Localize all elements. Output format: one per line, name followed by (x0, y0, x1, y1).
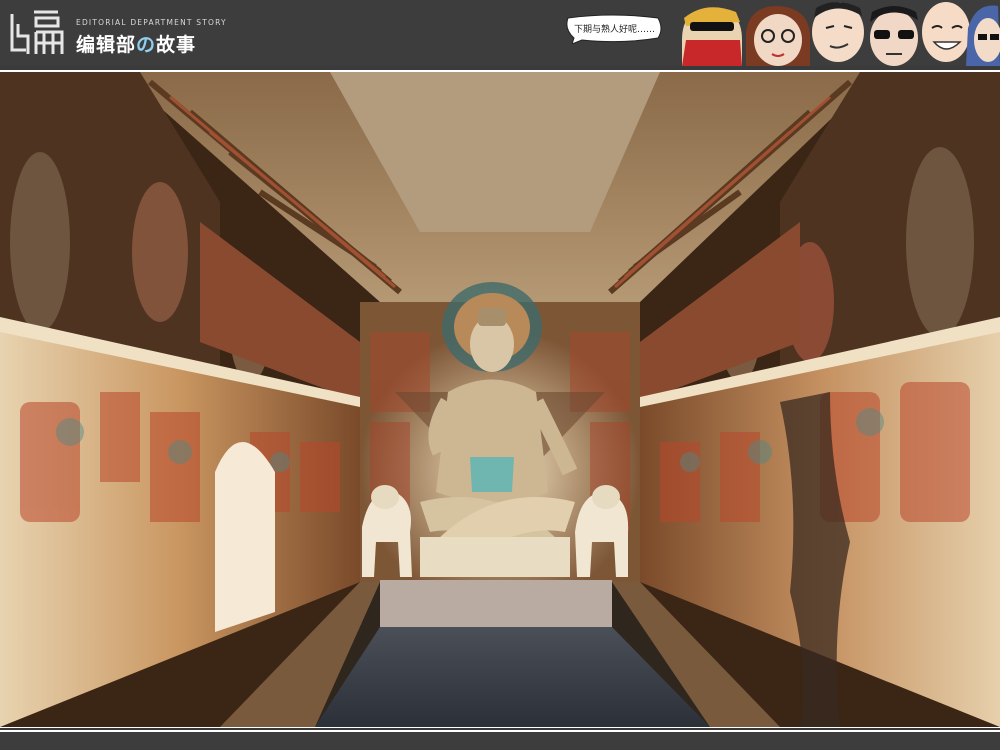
bian-logo-icon (10, 10, 64, 54)
mural-cave-buddha-statue-image (0, 72, 1000, 727)
brand-name-part2: 故事 (156, 34, 197, 56)
top-header-bar: EDITORIAL DEPARTMENT STORY 编辑部の故事 下期与熟人好… (0, 0, 1000, 66)
bottom-bar (0, 730, 1000, 750)
character-avatars-strip (682, 2, 1000, 66)
brand-name-chinese: 编辑部の故事 (76, 30, 196, 57)
brand-name-particle: の (136, 34, 157, 56)
sunglasses-man-avatar-icon (870, 6, 918, 66)
brand-name-part1: 编辑部 (76, 34, 137, 56)
blue-hair-avatar-icon (966, 5, 1000, 66)
brand-name-english: EDITORIAL DEPARTMENT STORY (76, 18, 227, 27)
man-avatar-icon (812, 2, 864, 62)
woman-glasses-avatar-icon (746, 6, 810, 66)
masked-character-avatar-icon (682, 7, 742, 66)
smiling-man-avatar-icon (922, 2, 970, 62)
speech-bubble-text: 下期与熟人好呢…… (574, 25, 656, 35)
